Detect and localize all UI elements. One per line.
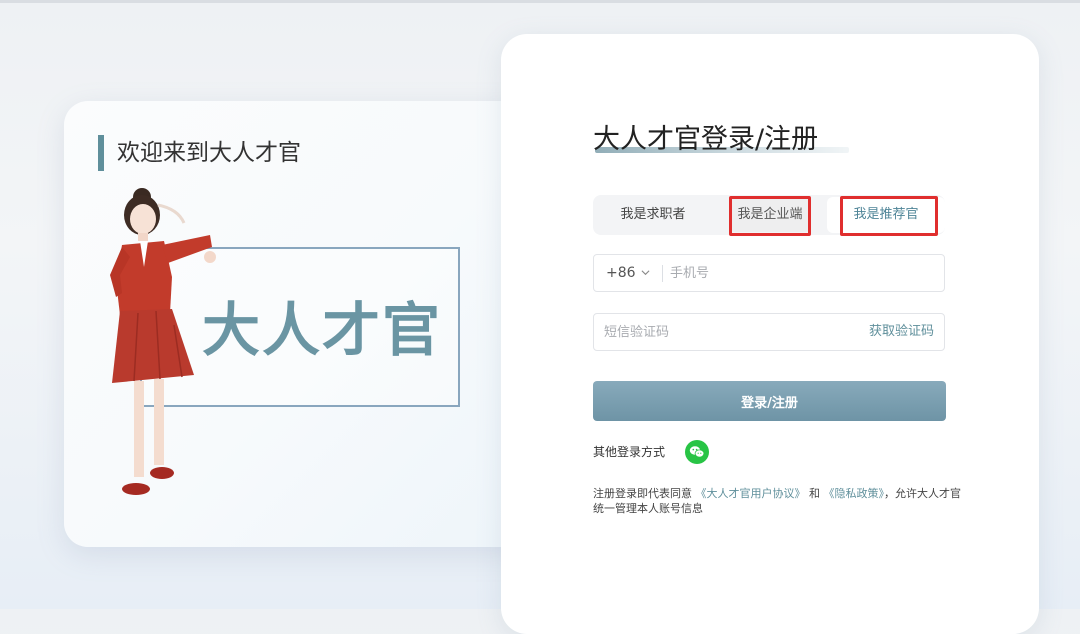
- welcome-title: 欢迎来到大人才官: [98, 135, 301, 171]
- top-border: [0, 0, 1080, 3]
- brand-logo: 大人才官: [202, 296, 443, 364]
- agreement-and: 和: [809, 487, 820, 500]
- chevron-down-icon[interactable]: [641, 268, 650, 277]
- login-register-button[interactable]: 登录/注册: [593, 381, 946, 421]
- field-divider: [662, 265, 663, 282]
- agreement-prefix: 注册登录即代表同意: [593, 487, 692, 500]
- sms-field: 获取验证码: [593, 313, 945, 351]
- highlight-box-recommender: [840, 196, 938, 236]
- phone-input[interactable]: [670, 255, 930, 291]
- privacy-policy-link[interactable]: 《隐私政策》: [824, 487, 885, 500]
- country-code-select[interactable]: +86: [606, 255, 636, 291]
- get-code-button[interactable]: 获取验证码: [869, 314, 934, 350]
- user-agreement-link[interactable]: 《大人才官用户协议》: [696, 487, 806, 500]
- tab-job-seeker[interactable]: 我是求职者: [593, 195, 713, 235]
- highlight-box-enterprise: [729, 196, 811, 236]
- phone-field: +86: [593, 254, 945, 292]
- mascot-illustration: [110, 188, 216, 495]
- login-title: 大人才官登录/注册: [593, 124, 819, 155]
- wechat-icon[interactable]: [685, 440, 709, 464]
- other-login-label: 其他登录方式: [593, 445, 666, 459]
- sms-code-input[interactable]: [604, 314, 834, 350]
- agreement-text: 注册登录即代表同意 《大人才官用户协议》 和 《隐私政策》，允许大人才官统一管理…: [593, 486, 963, 516]
